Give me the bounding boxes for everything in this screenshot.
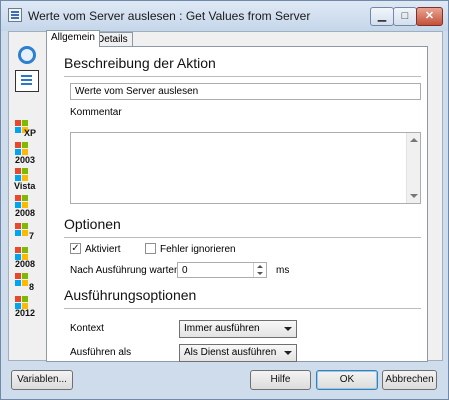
action-name-input[interactable]: Werte vom Server auslesen xyxy=(70,83,421,100)
windows-logo-icon xyxy=(15,142,29,156)
activated-checkbox[interactable]: ✓ xyxy=(70,243,81,254)
window-title: Werte vom Server auslesen : Get Values f… xyxy=(28,9,311,23)
help-button[interactable]: Hilfe xyxy=(250,370,311,390)
os-label: Vista xyxy=(14,181,36,191)
run-as-selected-value: Als Dienst ausführen xyxy=(184,347,277,358)
ignore-errors-checkbox[interactable] xyxy=(145,243,156,254)
app-icon xyxy=(8,8,22,22)
os-label: 2003 xyxy=(15,155,36,165)
os-label: 2008 xyxy=(15,208,36,218)
circle-action-icon[interactable] xyxy=(18,46,36,64)
stepper-up-arrow-icon[interactable] xyxy=(257,265,263,268)
section-divider xyxy=(64,308,421,309)
run-as-select[interactable]: Als Dienst ausführen xyxy=(179,344,297,362)
section-heading-execution: Ausführungsoptionen xyxy=(64,287,197,303)
minimize-button[interactable]: ▁ xyxy=(370,7,394,26)
context-selected-value: Immer ausführen xyxy=(184,323,260,334)
wait-unit-label: ms xyxy=(276,265,290,276)
comment-scrollbar[interactable] xyxy=(406,133,420,203)
close-button[interactable]: ✕ xyxy=(416,7,443,26)
context-select[interactable]: Immer ausführen xyxy=(179,320,297,338)
chevron-down-icon xyxy=(284,327,292,331)
comment-textarea[interactable] xyxy=(70,132,421,204)
chevron-down-icon xyxy=(284,351,292,355)
scroll-down-arrow-icon[interactable] xyxy=(410,194,418,198)
stepper-down-arrow-icon[interactable] xyxy=(257,272,263,275)
ignore-errors-label: Fehler ignorieren xyxy=(160,244,236,255)
section-divider xyxy=(64,237,421,238)
activated-label: Aktiviert xyxy=(85,244,121,255)
document-list-icon[interactable] xyxy=(15,70,39,92)
title-bar[interactable]: Werte vom Server auslesen : Get Values f… xyxy=(1,1,448,31)
wait-time-stepper[interactable]: 0 xyxy=(177,262,267,278)
sidebar: XP 2003 Vista 2008 7 2008 8 2012 xyxy=(9,32,45,360)
comment-label: Kommentar xyxy=(70,107,122,118)
os-label: XP xyxy=(24,128,37,138)
os-label: 2008 xyxy=(15,259,36,269)
scroll-up-arrow-icon[interactable] xyxy=(410,138,418,142)
dialog-client-area: XP 2003 Vista 2008 7 2008 8 2012 Allgeme… xyxy=(8,30,443,362)
stepper-buttons[interactable] xyxy=(253,263,266,277)
ok-button[interactable]: OK xyxy=(316,370,378,390)
section-divider xyxy=(64,76,421,77)
os-label: 8 xyxy=(29,282,35,292)
tab-allgemein[interactable]: Allgemein xyxy=(46,30,100,47)
section-heading-description: Beschreibung der Aktion xyxy=(64,55,216,71)
run-as-label: Ausführen als xyxy=(70,347,132,358)
section-heading-options: Optionen xyxy=(64,216,121,232)
dialog-window: Werte vom Server auslesen : Get Values f… xyxy=(0,0,449,400)
os-label: 7 xyxy=(29,231,35,241)
windows-logo-icon xyxy=(15,273,29,287)
windows-logo-icon xyxy=(15,223,29,237)
wait-time-value: 0 xyxy=(182,265,188,276)
variables-button[interactable]: Variablen... xyxy=(11,370,73,390)
wait-after-execution-label: Nach Ausführung warten xyxy=(70,265,180,276)
os-label: 2012 xyxy=(15,308,36,318)
context-label: Kontext xyxy=(70,323,104,334)
windows-logo-icon xyxy=(15,195,29,209)
cancel-button[interactable]: Abbrechen xyxy=(382,370,437,390)
windows-logo-icon xyxy=(15,168,29,182)
tab-panel-allgemein: Beschreibung der Aktion Werte vom Server… xyxy=(46,46,428,362)
maximize-button[interactable]: □ xyxy=(393,7,417,26)
